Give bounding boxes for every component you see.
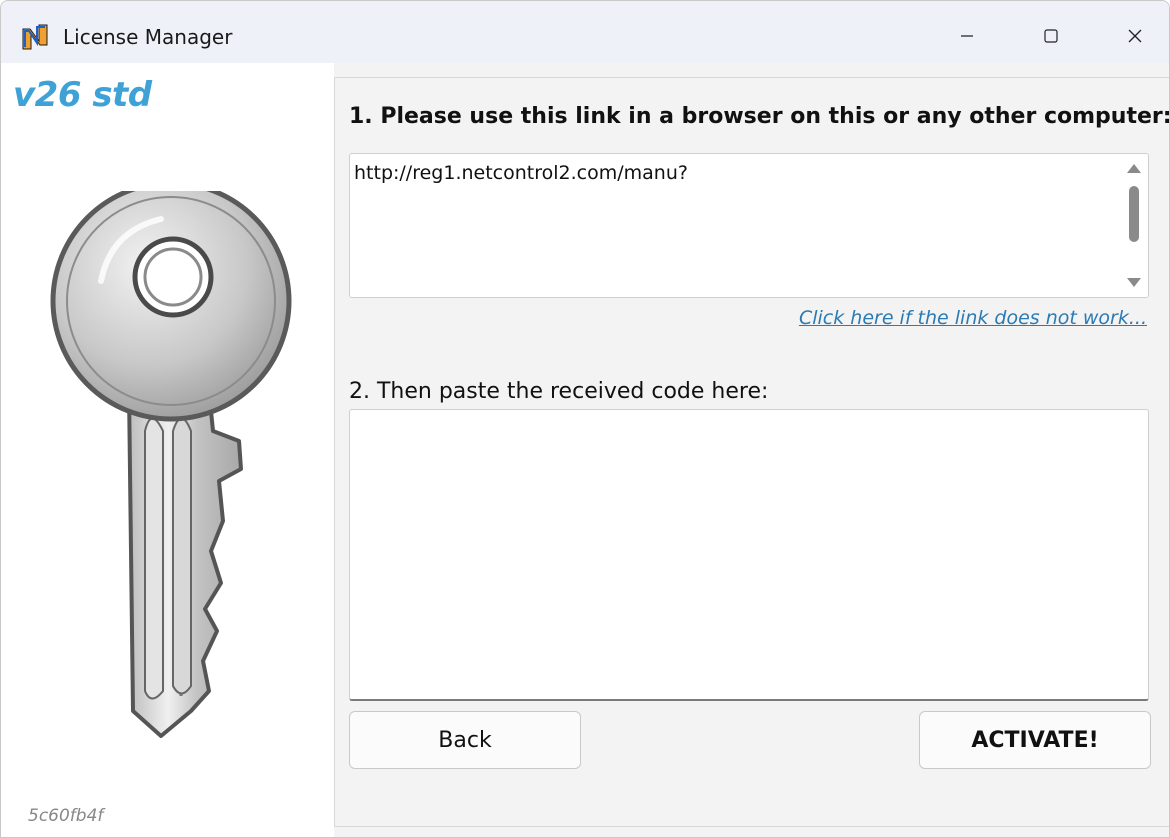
link-scrollbar[interactable] xyxy=(1120,154,1148,297)
minimize-icon xyxy=(961,35,973,37)
activation-code-input[interactable] xyxy=(349,409,1149,701)
window-title: License Manager xyxy=(63,25,233,49)
link-not-working-link[interactable]: Click here if the link does not work... xyxy=(799,307,1147,329)
activate-button[interactable]: ACTIVATE! xyxy=(919,711,1151,769)
title-bar[interactable]: License Manager xyxy=(1,1,1169,63)
step2-heading: 2. Then paste the received code here: xyxy=(349,379,769,404)
scroll-down-icon[interactable] xyxy=(1127,278,1141,287)
scroll-thumb[interactable] xyxy=(1129,186,1139,242)
build-hash: 5c60fb4f xyxy=(28,806,104,826)
minimize-button[interactable] xyxy=(943,13,991,59)
activation-link-text[interactable]: http://reg1.netcontrol2.com/manu? xyxy=(354,162,1114,184)
key-icon xyxy=(50,191,292,738)
close-button[interactable] xyxy=(1111,13,1159,59)
activation-link-field[interactable]: http://reg1.netcontrol2.com/manu? xyxy=(349,153,1149,298)
maximize-icon xyxy=(1044,29,1058,43)
scroll-up-icon[interactable] xyxy=(1127,164,1141,173)
app-logo-icon xyxy=(22,24,48,50)
step1-heading: 1. Please use this link in a browser on … xyxy=(349,104,1170,129)
close-icon xyxy=(1128,29,1142,43)
maximize-button[interactable] xyxy=(1027,13,1075,59)
back-button[interactable]: Back xyxy=(349,711,581,769)
license-manager-window: License Manager v26 std 5c60fb4f 1. Plea… xyxy=(0,0,1170,838)
version-label: v26 std xyxy=(13,75,152,115)
